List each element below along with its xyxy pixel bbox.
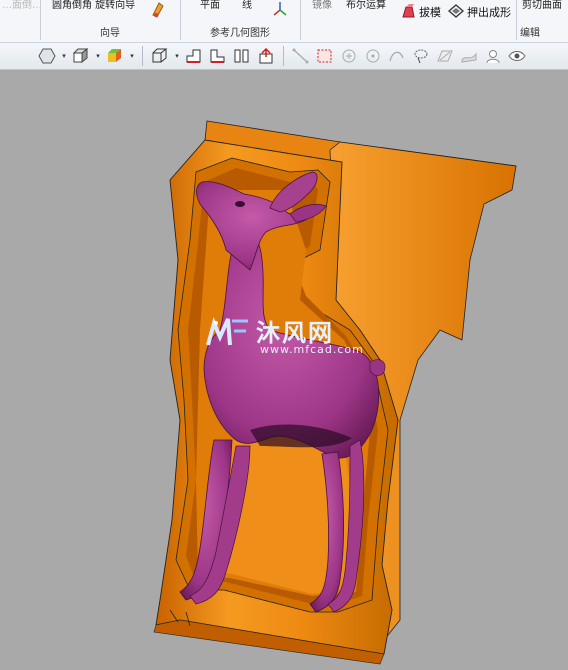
- view-toolbar: ▾ ▾ ▾ ▾: [0, 43, 568, 70]
- section-plane-icon[interactable]: [183, 45, 205, 67]
- chevron-down-icon[interactable]: ▾: [60, 45, 68, 67]
- toolbar-divider: [283, 46, 284, 66]
- circle-point-icon[interactable]: [338, 45, 360, 67]
- group-label-edit: 编辑: [520, 28, 540, 39]
- extrude-button[interactable]: 押出成形: [448, 3, 511, 21]
- watermark: 沐风网 www.mfcad.com: [204, 315, 374, 356]
- ribbon-cut-text-right1[interactable]: 镜像: [312, 0, 332, 11]
- ribbon-cut-text-far[interactable]: 剪切曲面: [522, 0, 562, 11]
- ribbon-cut-text-right2[interactable]: 布尔运算: [346, 0, 386, 11]
- draft-icon: [400, 3, 416, 21]
- surface-icon[interactable]: [458, 45, 480, 67]
- watermark-logo-icon: [206, 316, 248, 346]
- watermark-url: www.mfcad.com: [260, 343, 364, 356]
- chevron-down-icon[interactable]: ▾: [128, 45, 136, 67]
- 3d-viewport[interactable]: 沐风网 www.mfcad.com: [0, 70, 568, 670]
- ribbon-divider: [300, 0, 301, 40]
- fillet-icon[interactable]: [150, 0, 166, 18]
- chevron-down-icon[interactable]: ▾: [173, 45, 181, 67]
- ribbon-cut-text-plane[interactable]: 平面: [200, 0, 220, 11]
- select-rect-icon[interactable]: [314, 45, 336, 67]
- ribbon-cut-text-line[interactable]: 线: [242, 0, 252, 11]
- section-plane-2-icon[interactable]: [207, 45, 229, 67]
- plane-select-icon[interactable]: [434, 45, 456, 67]
- axis-icon[interactable]: [272, 0, 288, 18]
- group-label-wizard: 向导: [100, 28, 120, 39]
- face-select-icon[interactable]: [482, 45, 504, 67]
- curve-icon[interactable]: [386, 45, 408, 67]
- display-mode-icon[interactable]: [36, 45, 58, 67]
- draft-button[interactable]: 拔模: [400, 3, 441, 21]
- eye-icon[interactable]: [506, 45, 528, 67]
- toolbar-divider: [142, 46, 143, 66]
- extrude-label: 押出成形: [467, 6, 511, 19]
- circle-center-icon[interactable]: [362, 45, 384, 67]
- ribbon: …面倒… 圆角倒角 旋转向导 平面 线 镜像 布尔运算 拔模 押出成形 剪切曲面…: [0, 0, 568, 43]
- split-view-icon[interactable]: [231, 45, 253, 67]
- ribbon-cut-text-left: …面倒…: [2, 0, 42, 11]
- ribbon-cut-text-group1[interactable]: 圆角倒角 旋转向导: [52, 0, 135, 11]
- group-label-refgeom: 参考几何图形: [210, 28, 270, 39]
- box-view-icon[interactable]: [70, 45, 92, 67]
- draft-label: 拔模: [419, 6, 441, 19]
- chevron-down-icon[interactable]: ▾: [94, 45, 102, 67]
- line-snap-icon[interactable]: [290, 45, 312, 67]
- lasso-icon[interactable]: [410, 45, 432, 67]
- clip-box-icon[interactable]: [255, 45, 277, 67]
- mold-model: [153, 120, 517, 665]
- wireframe-box-icon[interactable]: [149, 45, 171, 67]
- extrude-icon: [448, 3, 464, 21]
- shaded-cube-icon[interactable]: [104, 45, 126, 67]
